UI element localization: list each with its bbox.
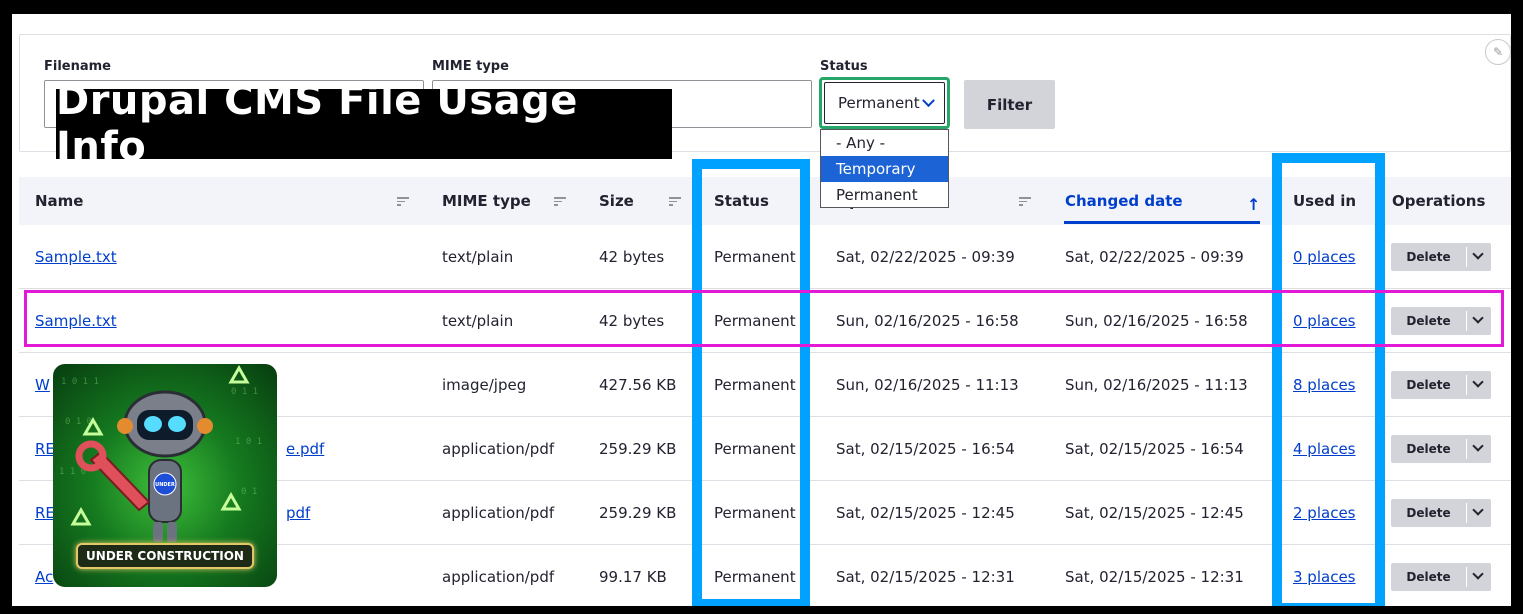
status-dropdown-list: - Any - Temporary Permanent bbox=[820, 129, 949, 208]
size-cell: 42 bytes bbox=[599, 248, 665, 266]
size-cell: 259.29 KB bbox=[599, 440, 677, 458]
under-construction-label: UNDER CONSTRUCTION bbox=[76, 543, 254, 569]
operations-dropbutton: Delete bbox=[1391, 243, 1491, 271]
changed-cell: Sat, 02/15/2025 - 16:54 bbox=[1065, 440, 1244, 458]
operations-dropbutton: Delete bbox=[1391, 563, 1491, 591]
uploaded-cell: Sun, 02/16/2025 - 11:13 bbox=[836, 376, 1019, 394]
svg-text:0 1 0: 0 1 0 bbox=[65, 417, 92, 427]
column-header-mime-type[interactable]: MIME type bbox=[442, 177, 531, 225]
delete-button[interactable]: Delete bbox=[1391, 435, 1466, 463]
file-name-link[interactable]: Ac bbox=[35, 545, 53, 606]
file-name-link[interactable]: W bbox=[35, 353, 50, 417]
row-highlight bbox=[24, 290, 1504, 347]
delete-button[interactable]: Delete bbox=[1391, 563, 1466, 591]
filename-label: Filename bbox=[44, 59, 111, 74]
file-name-link[interactable]: Sample.txt bbox=[35, 225, 117, 289]
uploaded-cell: Sat, 02/15/2025 - 16:54 bbox=[836, 440, 1015, 458]
under-construction-badge: 1 0 1 10 1 1 0 1 01 0 1 1 1 00 1 UNDER U… bbox=[53, 364, 277, 587]
mime-type-cell: application/pdf bbox=[442, 504, 555, 522]
file-name-link-tail[interactable]: e.pdf bbox=[286, 417, 324, 481]
operations-dropbutton: Delete bbox=[1391, 435, 1491, 463]
operations-dropbutton: Delete bbox=[1391, 499, 1491, 527]
column-header-size[interactable]: Size bbox=[599, 177, 634, 225]
status-select[interactable]: Permanent bbox=[819, 77, 950, 129]
status-option-permanent[interactable]: Permanent bbox=[821, 182, 948, 208]
column-header-changed-date[interactable]: Changed date bbox=[1065, 177, 1183, 225]
filter-button[interactable]: Filter bbox=[964, 80, 1055, 129]
mime-type-cell: application/pdf bbox=[442, 568, 555, 586]
uploaded-cell: Sat, 02/15/2025 - 12:45 bbox=[836, 504, 1015, 522]
title-banner: Drupal CMS File Usage Info bbox=[56, 78, 672, 170]
changed-cell: Sun, 02/16/2025 - 11:13 bbox=[1065, 376, 1248, 394]
mime-type-label: MIME type bbox=[432, 59, 509, 74]
size-cell: 427.56 KB bbox=[599, 376, 677, 394]
pencil-icon[interactable]: ✎ bbox=[1485, 39, 1511, 65]
column-header-operations: Operations bbox=[1392, 192, 1486, 210]
status-option-any[interactable]: - Any - bbox=[821, 130, 948, 156]
svg-text:1 0 1: 1 0 1 bbox=[235, 437, 262, 447]
chevron-down-icon[interactable] bbox=[1467, 499, 1491, 527]
uploaded-cell: Sat, 02/15/2025 - 12:31 bbox=[836, 568, 1015, 586]
delete-button[interactable]: Delete bbox=[1391, 243, 1466, 271]
delete-button[interactable]: Delete bbox=[1391, 499, 1466, 527]
banner-title: Drupal CMS File Usage Info bbox=[56, 78, 578, 170]
sort-lines-icon[interactable] bbox=[669, 197, 681, 206]
changed-cell: Sat, 02/22/2025 - 09:39 bbox=[1065, 248, 1244, 266]
svg-text:0 1 1: 0 1 1 bbox=[231, 387, 258, 397]
file-name-link[interactable]: RE bbox=[35, 481, 55, 545]
delete-button[interactable]: Delete bbox=[1391, 371, 1466, 399]
active-sort-underline bbox=[1064, 221, 1260, 224]
sort-lines-icon[interactable] bbox=[554, 197, 566, 206]
uploaded-cell: Sat, 02/22/2025 - 09:39 bbox=[836, 248, 1015, 266]
chevron-down-icon[interactable] bbox=[1467, 371, 1491, 399]
column-header-name[interactable]: Name bbox=[35, 177, 83, 225]
chevron-down-icon[interactable] bbox=[1467, 435, 1491, 463]
changed-cell: Sat, 02/15/2025 - 12:31 bbox=[1065, 568, 1244, 586]
operations-dropbutton: Delete bbox=[1391, 371, 1491, 399]
robot-chest-text: UNDER bbox=[155, 482, 175, 488]
chevron-down-icon[interactable] bbox=[1467, 563, 1491, 591]
arrow-up-icon[interactable]: ↑ bbox=[1247, 195, 1260, 214]
status-select-value: Permanent bbox=[838, 94, 920, 112]
status-option-temporary[interactable]: Temporary bbox=[821, 156, 948, 182]
size-cell: 99.17 KB bbox=[599, 568, 667, 586]
sort-lines-icon[interactable] bbox=[397, 197, 409, 206]
chevron-down-icon bbox=[921, 93, 935, 107]
changed-cell: Sat, 02/15/2025 - 12:45 bbox=[1065, 504, 1244, 522]
status-column-highlight bbox=[692, 159, 810, 606]
svg-text:0 1: 0 1 bbox=[241, 487, 257, 497]
status-label: Status bbox=[820, 59, 868, 74]
file-name-link-tail[interactable]: pdf bbox=[286, 481, 310, 545]
file-name-link[interactable]: RE bbox=[35, 417, 55, 481]
app-frame: ✎ Filename MIME type Status Permanent Fi… bbox=[12, 14, 1511, 606]
mime-type-cell: text/plain bbox=[442, 248, 514, 266]
svg-text:1 0 1 1: 1 0 1 1 bbox=[61, 377, 99, 387]
mime-type-cell: application/pdf bbox=[442, 440, 555, 458]
sort-lines-icon[interactable] bbox=[1019, 197, 1031, 206]
mime-type-cell: image/jpeg bbox=[442, 376, 527, 394]
chevron-down-icon[interactable] bbox=[1467, 243, 1491, 271]
size-cell: 259.29 KB bbox=[599, 504, 677, 522]
used-in-column-highlight bbox=[1272, 153, 1385, 606]
